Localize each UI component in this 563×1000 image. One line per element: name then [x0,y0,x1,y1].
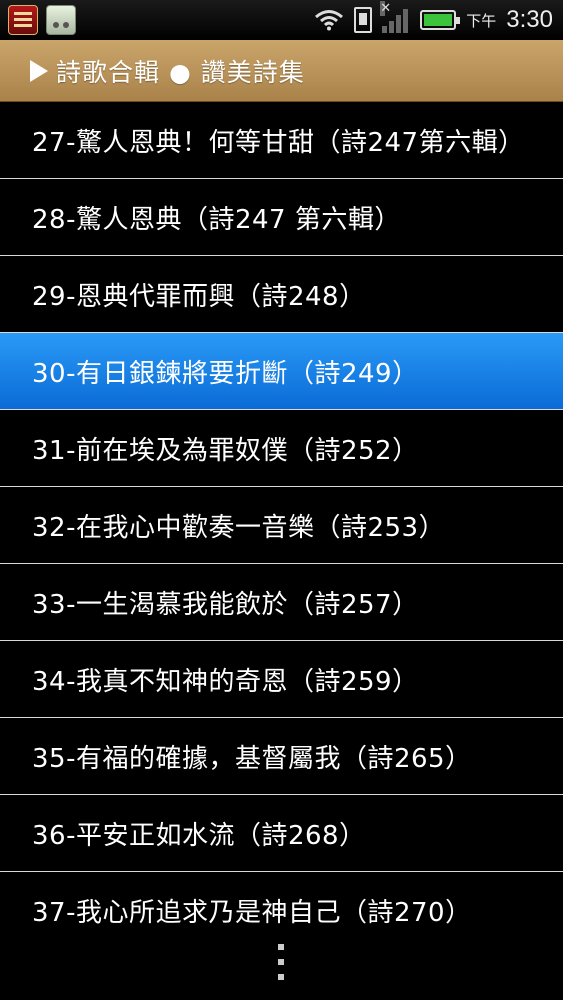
list-item-label: 34-我真不知神的奇恩（詩259） [32,666,419,697]
list-item-label: 37-我心所追求乃是神自己（詩270） [32,898,472,928]
list-item[interactable]: 36-平安正如水流（詩268） [0,795,563,872]
list-item[interactable]: 27-驚人恩典！何等甘甜（詩247第六輯） [0,102,563,179]
status-bar: ✕ 下午 3:30 [0,0,563,40]
list-item[interactable]: 31-前在埃及為罪奴僕（詩252） [0,410,563,487]
list-item-label: 35-有福的確據，基督屬我（詩265） [32,743,472,774]
list-item[interactable]: 37-我心所追求乃是神自己（詩270） [0,872,563,949]
list-item-label: 31-前在埃及為罪奴僕（詩252） [32,435,419,466]
list-item-label: 32-在我心中歡奏一音樂（詩253） [32,512,446,543]
list-item[interactable]: 28-驚人恩典（詩247 第六輯） [0,179,563,256]
list-item-label: 33-一生渴慕我能飲於（詩257） [32,589,419,620]
page-title: 詩歌合輯 ● 讚美詩集 [56,57,305,87]
list-item-label: 29-恩典代罪而興（詩248） [32,281,366,312]
title-bar: 詩歌合輯 ● 讚美詩集 [0,40,563,102]
play-icon [30,59,48,82]
wifi-icon [315,10,344,31]
song-list: 27-驚人恩典！何等甘甜（詩247第六輯） 28-驚人恩典（詩247 第六輯） … [0,102,563,949]
list-item[interactable]: 35-有福的確據，基督屬我（詩265） [0,718,563,795]
list-item[interactable]: 32-在我心中歡奏一音樂（詩253） [0,487,563,564]
list-item-label: 30-有日銀鍊將要折斷（詩249） [32,358,419,389]
cassette-notification-icon [46,5,76,35]
list-item[interactable]: 33-一生渴慕我能飲於（詩257） [0,564,563,641]
list-item[interactable]: 29-恩典代罪而興（詩248） [0,256,563,333]
app-notification-icon [8,5,38,35]
status-ampm: 下午 [466,11,497,30]
sim-icon [354,7,373,33]
status-indicators: ✕ 下午 3:30 [314,1,563,34]
list-item-label: 27-驚人恩典！何等甘甜（詩247第六輯） [32,127,525,158]
list-item-label: 28-驚人恩典（詩247 第六輯） [32,204,401,235]
list-item-label: 36-平安正如水流（詩268） [32,820,366,851]
overflow-menu-icon[interactable] [276,944,286,980]
signal-icon: ✕ [380,1,410,33]
list-item[interactable]: 34-我真不知神的奇恩（詩259） [0,641,563,718]
battery-icon [420,10,461,30]
list-item-selected[interactable]: 30-有日銀鍊將要折斷（詩249） [0,333,563,410]
status-time: 3:30 [506,6,553,33]
